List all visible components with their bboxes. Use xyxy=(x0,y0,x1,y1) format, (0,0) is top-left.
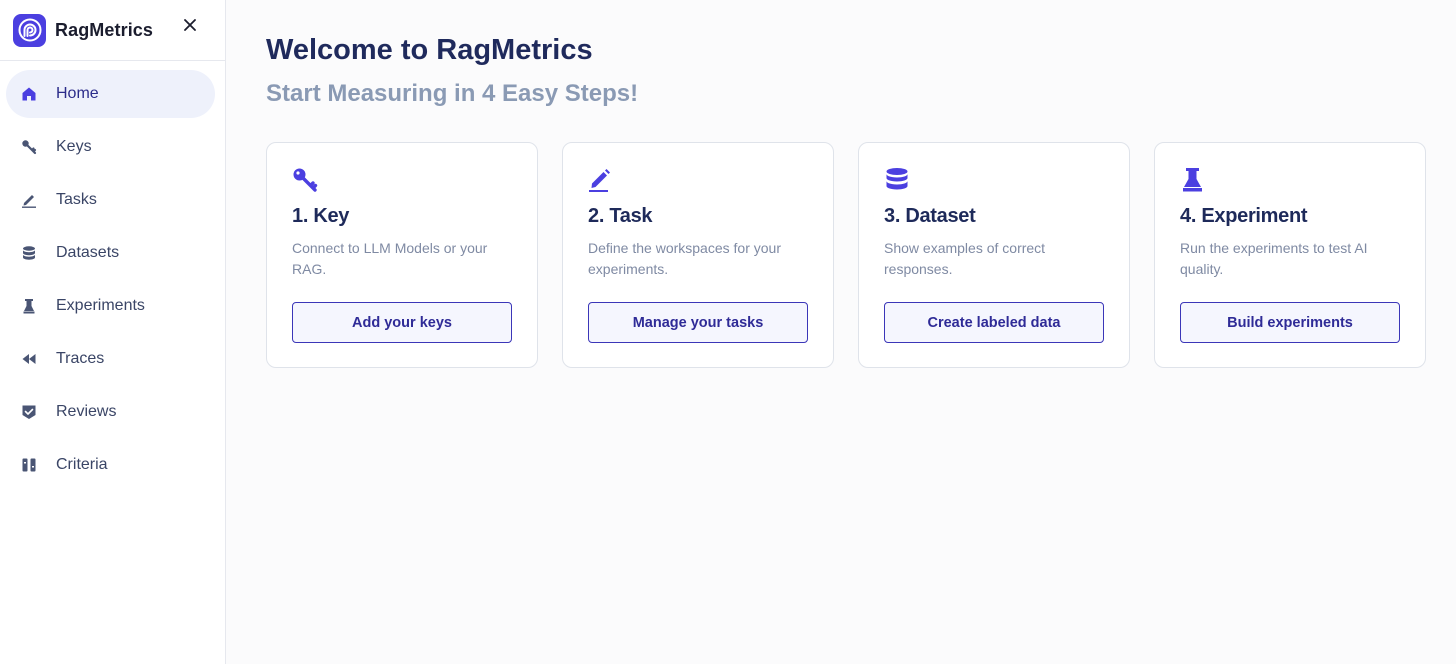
card-description: Connect to LLM Models or your RAG. xyxy=(292,240,488,277)
sidebar-item-label: Home xyxy=(56,85,99,102)
close-sidebar-button[interactable] xyxy=(180,15,200,35)
step-card-key: 1. Key Connect to LLM Models or your RAG… xyxy=(266,142,538,368)
home-icon xyxy=(20,85,38,103)
page-title: Welcome to RagMetrics xyxy=(266,34,593,66)
add-keys-button[interactable]: Add your keys xyxy=(292,302,512,343)
step-card-dataset: 3. Dataset Show examples of correct resp… xyxy=(858,142,1130,368)
card-description: Run the experiments to test AI quality. xyxy=(1180,240,1368,277)
app-name: RagMetrics xyxy=(55,19,154,40)
sidebar: RagMetrics Home Keys Tasks Datasets Expe… xyxy=(0,0,226,664)
create-labeled-data-button[interactable]: Create labeled data xyxy=(884,302,1104,343)
sidebar-item-label: Reviews xyxy=(56,403,117,420)
sidebar-item-reviews[interactable]: Reviews xyxy=(6,388,215,436)
sidebar-item-experiments[interactable]: Experiments xyxy=(6,282,215,330)
sidebar-item-label: Keys xyxy=(56,138,92,155)
key-icon xyxy=(20,138,38,156)
rewind-icon xyxy=(20,350,38,368)
page-subtitle: Start Measuring in 4 Easy Steps! xyxy=(266,80,639,107)
manage-tasks-button[interactable]: Manage your tasks xyxy=(588,302,808,343)
ragmetrics-logo-icon[interactable] xyxy=(13,13,46,47)
key-icon xyxy=(292,167,318,193)
sidebar-item-traces[interactable]: Traces xyxy=(6,335,215,383)
card-description: Define the workspaces for your experimen… xyxy=(588,240,781,277)
sidebar-item-label: Criteria xyxy=(56,456,108,473)
sidebar-item-label: Datasets xyxy=(56,244,120,261)
sidebar-item-datasets[interactable]: Datasets xyxy=(6,229,215,277)
card-title: 1. Key xyxy=(292,205,350,227)
card-title: 3. Dataset xyxy=(884,205,976,227)
step-card-task: 2. Task Define the workspaces for your e… xyxy=(562,142,834,368)
card-title: 4. Experiment xyxy=(1180,205,1308,227)
steps-cards: 1. Key Connect to LLM Models or your RAG… xyxy=(266,142,1426,368)
sidebar-item-home[interactable]: Home xyxy=(6,70,215,118)
pencil-icon xyxy=(588,167,614,193)
database-icon xyxy=(20,244,38,262)
sidebar-item-label: Tasks xyxy=(56,191,97,208)
sidebar-item-tasks[interactable]: Tasks xyxy=(6,176,215,224)
shield-check-icon xyxy=(20,403,38,421)
sidebar-item-label: Experiments xyxy=(56,297,145,314)
database-icon xyxy=(884,167,910,193)
build-experiments-button[interactable]: Build experiments xyxy=(1180,302,1400,343)
step-card-experiment: 4. Experiment Run the experiments to tes… xyxy=(1154,142,1426,368)
flask-icon xyxy=(1180,167,1206,193)
sidebar-item-keys[interactable]: Keys xyxy=(6,123,215,171)
close-icon xyxy=(184,19,196,31)
main-content: Welcome to RagMetrics Start Measuring in… xyxy=(226,0,1456,664)
card-title: 2. Task xyxy=(588,205,653,227)
card-description: Show examples of correct responses. xyxy=(884,240,1046,277)
pencil-icon xyxy=(20,191,38,209)
criteria-icon xyxy=(20,456,38,474)
flask-icon xyxy=(20,297,38,315)
sidebar-nav: Home Keys Tasks Datasets Experiments Tra… xyxy=(0,61,225,489)
sidebar-item-label: Traces xyxy=(56,350,105,367)
sidebar-item-criteria[interactable]: Criteria xyxy=(6,441,215,489)
